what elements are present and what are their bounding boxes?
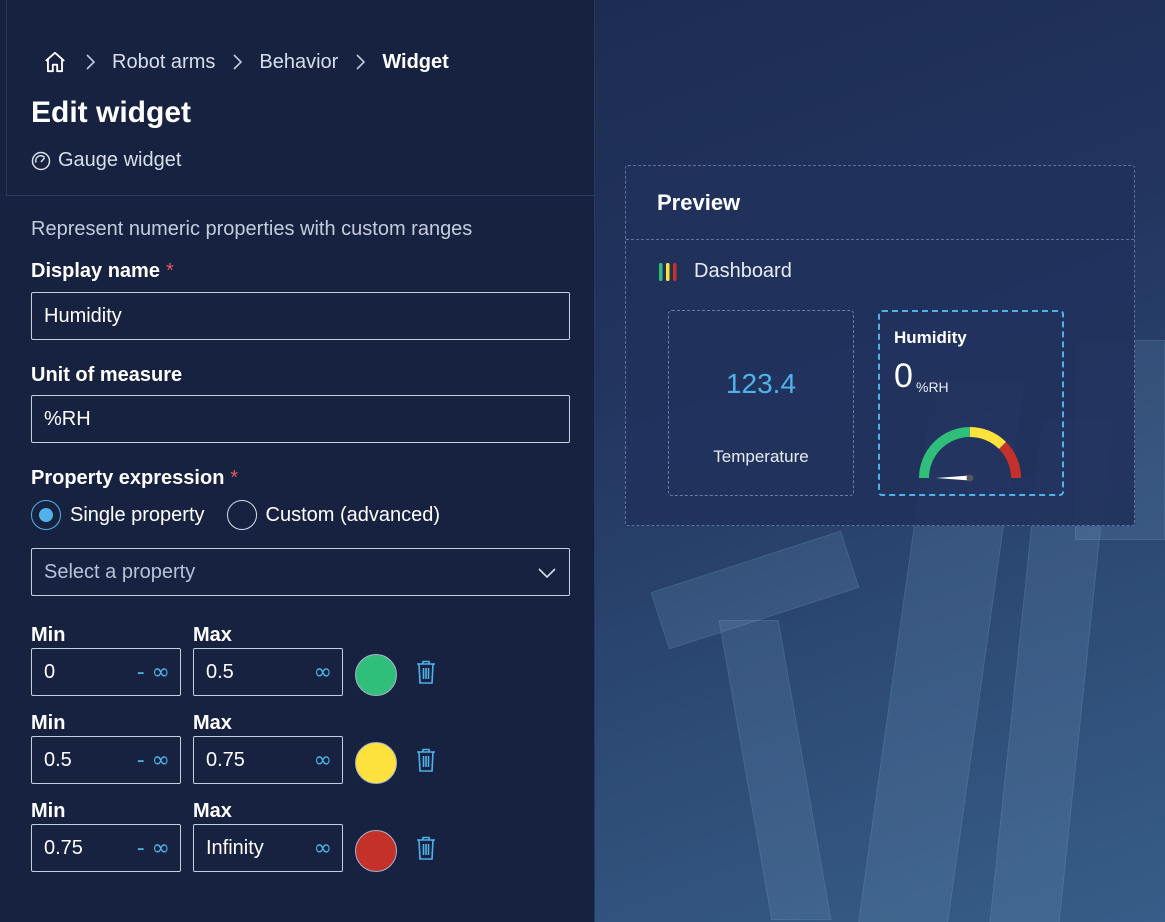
range-2-min-value: 0.5 bbox=[44, 748, 72, 771]
negative-infinity-icon[interactable]: - ∞ bbox=[137, 660, 170, 685]
temperature-caption: Temperature bbox=[713, 447, 809, 466]
edit-widget-panel: Robot arms Behavior Widget Edit widget G… bbox=[0, 0, 595, 922]
temperature-value: 123.4 bbox=[725, 368, 797, 399]
widget-type-label: Gauge widget bbox=[58, 149, 182, 171]
range-1-min-input[interactable]: 0 - ∞ bbox=[31, 648, 181, 696]
home-icon[interactable] bbox=[42, 49, 68, 75]
expression-radio-group: Single property Custom (advanced) bbox=[31, 500, 462, 530]
chevron-right-icon bbox=[354, 53, 366, 71]
required-mark: * bbox=[230, 467, 239, 489]
gauge-needle bbox=[936, 475, 970, 481]
unit-input[interactable]: %RH bbox=[31, 395, 570, 443]
gauge-segment-3 bbox=[998, 441, 1021, 479]
range-2-max-value: 0.75 bbox=[206, 748, 245, 771]
range-1-color-swatch[interactable] bbox=[355, 654, 397, 696]
chevron-right-icon bbox=[231, 53, 243, 71]
range-3-min-value: 0.75 bbox=[44, 836, 83, 859]
chevron-down-icon bbox=[537, 563, 557, 583]
gauge-segment-2 bbox=[969, 427, 1007, 450]
delete-icon[interactable] bbox=[415, 747, 437, 773]
range-1-max-value: 0.5 bbox=[206, 660, 234, 683]
infinity-icon[interactable]: ∞ bbox=[314, 748, 332, 773]
unit-value: %RH bbox=[44, 407, 91, 430]
breadcrumb-current: Widget bbox=[382, 50, 449, 73]
range-3-min-input[interactable]: 0.75 - ∞ bbox=[31, 824, 181, 872]
infinity-icon[interactable]: ∞ bbox=[314, 836, 332, 861]
radio-checked-icon bbox=[31, 500, 61, 530]
temperature-tile[interactable]: 123.4 Temperature bbox=[668, 310, 854, 496]
expression-label: Property expression * bbox=[31, 467, 238, 490]
range-3-color-swatch[interactable] bbox=[355, 830, 397, 872]
humidity-tile[interactable]: Humidity 0 %RH bbox=[878, 310, 1064, 496]
range-1-max-input[interactable]: 0.5 ∞ bbox=[193, 648, 343, 696]
negative-infinity-icon[interactable]: - ∞ bbox=[137, 836, 170, 861]
negative-infinity-icon[interactable]: - ∞ bbox=[137, 748, 170, 773]
radio-custom-advanced[interactable]: Custom (advanced) bbox=[226, 500, 441, 530]
min-label: Min bbox=[31, 800, 66, 822]
display-name-label: Display name * bbox=[31, 260, 174, 283]
dashboard-icon bbox=[657, 262, 683, 282]
humidity-gauge bbox=[919, 427, 1021, 482]
gauge-segment-1 bbox=[919, 427, 971, 479]
preview-title: Preview bbox=[626, 166, 1134, 240]
max-label: Max bbox=[193, 624, 232, 646]
radio-custom-label: Custom (advanced) bbox=[265, 503, 441, 526]
breadcrumb-behavior[interactable]: Behavior bbox=[259, 51, 338, 74]
radio-single-label: Single property bbox=[70, 503, 205, 526]
chevron-right-icon bbox=[84, 53, 96, 71]
page-title: Edit widget bbox=[31, 96, 191, 129]
range-3-max-value: Infinity bbox=[206, 836, 264, 859]
dashboard-header: Dashboard bbox=[657, 260, 792, 283]
range-2-min-input[interactable]: 0.5 - ∞ bbox=[31, 736, 181, 784]
display-name-label-text: Display name bbox=[31, 260, 160, 282]
humidity-title: Humidity bbox=[894, 328, 967, 347]
breadcrumb: Robot arms Behavior Widget bbox=[36, 48, 449, 76]
preview-card: Preview Dashboard 123.4 Temperature Humi… bbox=[625, 165, 1135, 526]
range-2-max-input[interactable]: 0.75 ∞ bbox=[193, 736, 343, 784]
widget-type: Gauge widget bbox=[31, 149, 181, 172]
range-2-color-swatch[interactable] bbox=[355, 742, 397, 784]
gauge-hub bbox=[966, 474, 974, 482]
description: Represent numeric properties with custom… bbox=[31, 218, 473, 240]
expression-label-text: Property expression bbox=[31, 467, 225, 489]
radio-unchecked-icon bbox=[226, 500, 257, 530]
display-name-input[interactable]: Humidity bbox=[31, 292, 570, 340]
min-label: Min bbox=[31, 624, 66, 646]
required-mark: * bbox=[165, 260, 174, 282]
delete-icon[interactable] bbox=[415, 659, 437, 685]
property-select-placeholder: Select a property bbox=[44, 560, 196, 583]
max-label: Max bbox=[193, 712, 232, 734]
display-name-value: Humidity bbox=[44, 304, 122, 327]
breadcrumb-robot-arms[interactable]: Robot arms bbox=[112, 51, 215, 74]
delete-icon[interactable] bbox=[415, 835, 437, 861]
radio-single-property[interactable]: Single property bbox=[31, 500, 205, 530]
dashboard-label: Dashboard bbox=[694, 260, 792, 282]
min-label: Min bbox=[31, 712, 66, 734]
range-1-min-value: 0 bbox=[44, 660, 56, 683]
humidity-value: 0 bbox=[894, 357, 913, 395]
gauge-icon bbox=[31, 151, 51, 171]
humidity-unit: %RH bbox=[916, 379, 949, 395]
max-label: Max bbox=[193, 800, 232, 822]
infinity-icon[interactable]: ∞ bbox=[314, 660, 332, 685]
range-3-max-input[interactable]: Infinity ∞ bbox=[193, 824, 343, 872]
unit-label: Unit of measure bbox=[31, 364, 183, 386]
property-select[interactable]: Select a property bbox=[31, 548, 570, 596]
